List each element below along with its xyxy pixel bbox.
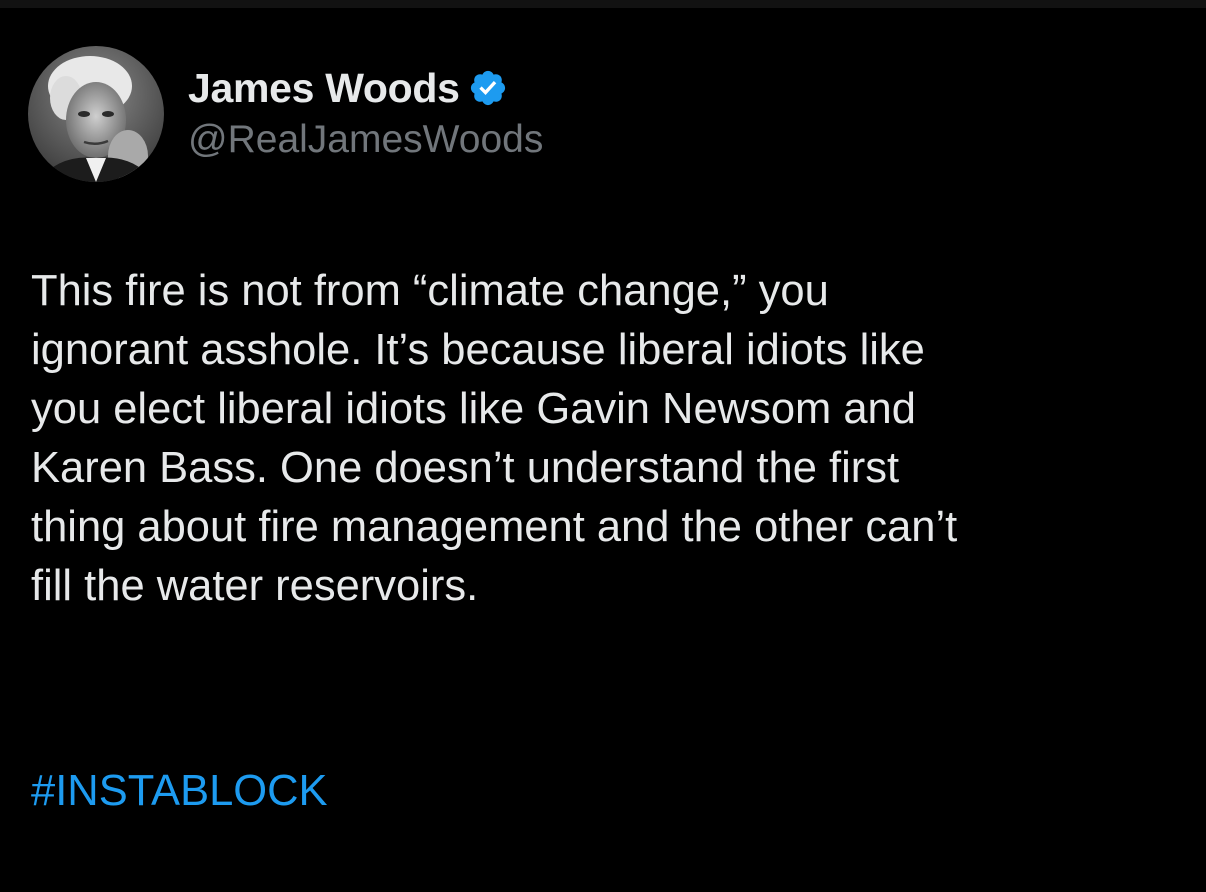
- author-name-row: James Woods: [188, 62, 543, 114]
- tweet-text: This fire is not from “climate change,” …: [31, 267, 958, 610]
- hashtag-link[interactable]: #INSTABLOCK: [31, 762, 328, 821]
- author-display-name[interactable]: James Woods: [188, 65, 460, 112]
- author-handle[interactable]: @RealJamesWoods: [188, 118, 543, 162]
- avatar-photo: [28, 46, 164, 182]
- avatar[interactable]: [28, 46, 164, 182]
- top-edge-strip: [0, 0, 1206, 8]
- verified-badge-icon[interactable]: [468, 68, 508, 108]
- tweet-author: James Woods @RealJamesWoods: [188, 62, 543, 162]
